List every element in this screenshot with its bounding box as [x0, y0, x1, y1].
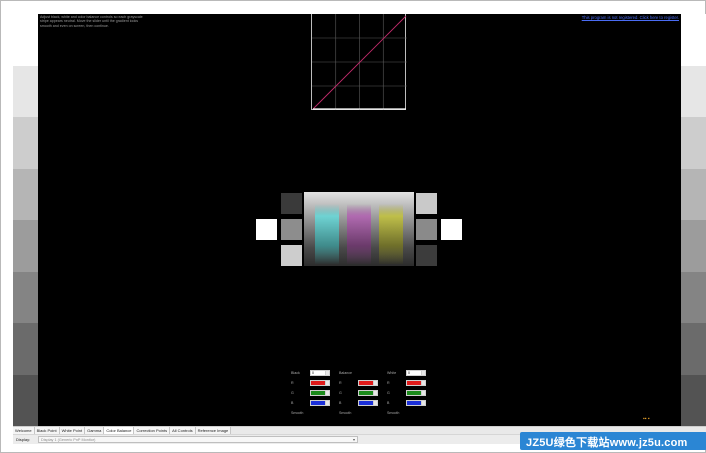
display-select[interactable]: Display 1 (Generic PnP Monitor) ▾: [38, 436, 358, 443]
watermark-banner: JZ5U绿色下载站www.jz5u.com: [520, 432, 706, 450]
black-green-label: G: [291, 391, 294, 395]
black-red-field[interactable]: [310, 380, 326, 386]
display-selected-value: Display 1 (Generic PnP Monitor): [41, 438, 96, 442]
gray-level-step: [681, 374, 706, 426]
tray-icon: ▪▪ ▪: [643, 416, 650, 422]
gray-swatch: [416, 245, 437, 266]
white-spinner[interactable]: [422, 370, 426, 376]
gray-level-step: [681, 220, 706, 272]
black-blue-label: B: [291, 401, 294, 405]
black-value-field[interactable]: 0: [310, 370, 326, 376]
balance-blue-spinner[interactable]: [374, 400, 378, 406]
gamma-curve-graph: [312, 14, 407, 110]
left-gray-scale: [13, 14, 38, 426]
white-blue-field[interactable]: [406, 400, 422, 406]
gray-level-step: [681, 323, 706, 375]
gamma-curve-panel: [311, 14, 407, 110]
black-blue-spinner[interactable]: [326, 400, 330, 406]
black-blue-field[interactable]: [310, 400, 326, 406]
white-red-label: R: [387, 381, 390, 385]
white-red-field[interactable]: [406, 380, 422, 386]
black-green-spinner[interactable]: [326, 390, 330, 396]
white-swatch: [441, 219, 462, 240]
gray-level-step: [681, 14, 706, 66]
balance-green-field[interactable]: [358, 390, 374, 396]
black-spinner[interactable]: [326, 370, 330, 376]
gray-level-step: [13, 374, 38, 426]
watermark-text: JZ5U绿色下载站www.jz5u.com: [526, 437, 688, 449]
gray-level-step: [681, 65, 706, 117]
balance-red-field[interactable]: [358, 380, 374, 386]
white-green-label: G: [387, 391, 390, 395]
gray-level-step: [681, 168, 706, 220]
balance-blue-field[interactable]: [358, 400, 374, 406]
color-balance-gradient: [304, 192, 414, 266]
gray-swatch: [416, 193, 437, 214]
white-green-spinner[interactable]: [422, 390, 426, 396]
gray-level-step: [13, 271, 38, 323]
yellow-bar: [379, 204, 403, 264]
white-blue-spinner[interactable]: [422, 400, 426, 406]
gray-swatch: [416, 219, 437, 240]
calibration-canvas: Adjust black, white and color balance co…: [38, 14, 681, 426]
chevron-down-icon: ▾: [352, 437, 355, 442]
white-swatch: [256, 219, 277, 240]
register-link[interactable]: This program is not registered. Click he…: [582, 15, 679, 20]
gray-level-step: [13, 168, 38, 220]
balance-controls: Balance R G B Smooth: [338, 369, 384, 419]
balance-label: Balance: [339, 371, 352, 375]
instruction-text: Adjust black, white and color balance co…: [40, 15, 143, 28]
white-controls: White 0 R G B Smooth: [386, 369, 432, 419]
calibration-window: Adjust black, white and color balance co…: [0, 0, 706, 453]
color-controls: Black 0 R G B Smooth Balance R G B Smoot…: [290, 369, 435, 419]
black-red-label: R: [291, 381, 294, 385]
white-blue-label: B: [387, 401, 390, 405]
balance-green-spinner[interactable]: [374, 390, 378, 396]
gray-level-step: [13, 117, 38, 169]
gray-level-step: [681, 271, 706, 323]
balance-red-label: R: [339, 381, 342, 385]
white-red-spinner[interactable]: [422, 380, 426, 386]
black-controls: Black 0 R G B Smooth: [290, 369, 336, 419]
cyan-bar: [315, 204, 339, 264]
gray-level-step: [13, 323, 38, 375]
black-red-spinner[interactable]: [326, 380, 330, 386]
white-label: White: [387, 371, 397, 375]
balance-red-spinner[interactable]: [374, 380, 378, 386]
black-green-field[interactable]: [310, 390, 326, 396]
balance-smooth-label: Smooth: [339, 411, 352, 415]
right-gray-scale: [681, 14, 706, 426]
gray-level-step: [681, 117, 706, 169]
balance-green-label: G: [339, 391, 342, 395]
gray-level-step: [13, 14, 38, 66]
white-green-field[interactable]: [406, 390, 422, 396]
gray-swatch: [281, 193, 302, 214]
gray-swatch: [281, 219, 302, 240]
gray-level-step: [13, 220, 38, 272]
white-value-field[interactable]: 0: [406, 370, 422, 376]
black-label: Black: [291, 371, 300, 375]
black-smooth-label: Smooth: [291, 411, 304, 415]
gray-swatch: [281, 245, 302, 266]
gray-level-step: [13, 65, 38, 117]
display-label: Display:: [16, 437, 31, 442]
balance-blue-label: B: [339, 401, 342, 405]
white-smooth-label: Smooth: [387, 411, 400, 415]
magenta-bar: [347, 204, 371, 264]
